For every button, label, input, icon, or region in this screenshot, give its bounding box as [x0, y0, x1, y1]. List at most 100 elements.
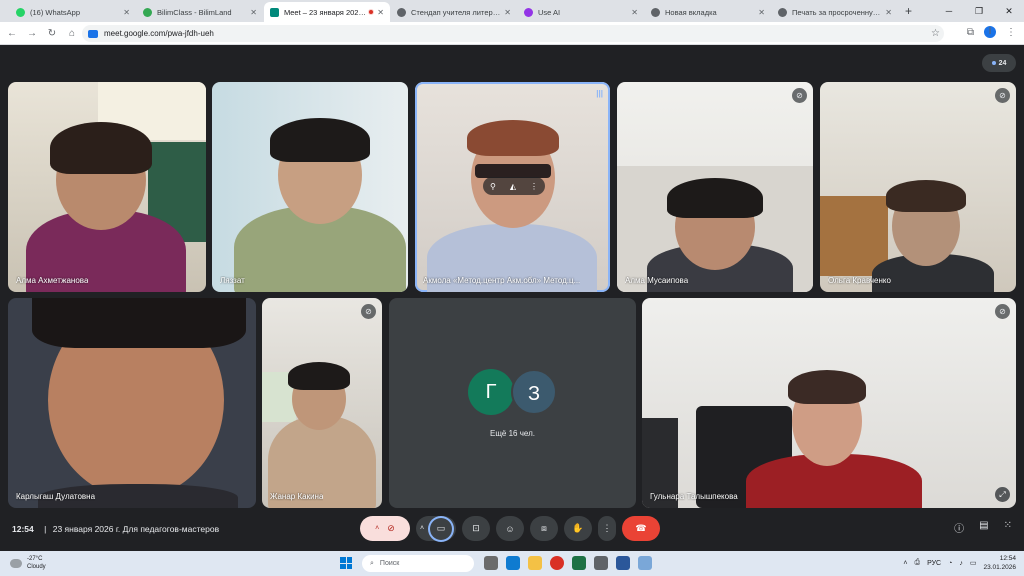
close-icon[interactable]: ✕: [377, 8, 384, 17]
windows-taskbar: -27°C Cloudy ⌕ Поиск ˄ ⎙ РУС ◔ ♪ ▭ 12:54…: [0, 551, 1024, 576]
windows-start-icon[interactable]: [340, 557, 352, 569]
recording-indicator-icon: [368, 9, 375, 15]
expand-tile-icon[interactable]: ⤢: [995, 487, 1010, 502]
tab-bilimclass[interactable]: BilimClass - BilimLand ✕: [137, 2, 263, 22]
more-options-button[interactable]: ⋮: [598, 516, 616, 541]
video-tile[interactable]: Ляззат: [212, 82, 408, 292]
app-icon[interactable]: [638, 556, 652, 570]
participant-hair: [886, 180, 966, 212]
extensions-icon[interactable]: ⧉: [967, 27, 974, 38]
participant-hair: [270, 118, 370, 162]
temperature: -27°C: [27, 556, 43, 562]
word-icon[interactable]: [616, 556, 630, 570]
reload-icon[interactable]: ↻: [42, 28, 62, 39]
mute-participant-icon[interactable]: ◭: [510, 182, 516, 191]
forward-icon[interactable]: →: [22, 28, 42, 39]
raise-hand-button[interactable]: ✋: [564, 516, 592, 541]
present-screen-button[interactable]: ⊡: [462, 516, 490, 541]
meeting-title: 23 января 2026 г. Для педагогов-мастеров: [52, 524, 220, 534]
close-icon[interactable]: ✕: [504, 8, 511, 17]
participant-name: Карлыгаш Дулатовна: [16, 492, 96, 501]
weather-widget[interactable]: -27°C Cloudy: [10, 555, 46, 571]
close-icon[interactable]: ✕: [885, 8, 892, 17]
language-indicator[interactable]: РУС: [927, 560, 941, 567]
address-bar[interactable]: meet.google.com/pwa-jfdh-ueh ☆: [82, 25, 944, 42]
profile-avatar[interactable]: I: [984, 26, 996, 38]
task-view-icon[interactable]: [484, 556, 498, 570]
maximize-icon[interactable]: ❐: [964, 6, 994, 17]
chevron-up-icon[interactable]: ˄: [420, 525, 424, 532]
info-icon[interactable]: ⓘ: [954, 520, 964, 535]
close-window-icon[interactable]: ✕: [994, 6, 1024, 17]
chat-icon[interactable]: ▤: [979, 520, 988, 535]
participant-hair: [467, 120, 559, 156]
meet-stage: 24 Алма Ахметжанова Ляззат ||| ⚲ ◭ ⋮ Акм…: [0, 46, 1024, 551]
menu-kebab-icon[interactable]: ⋮: [1006, 27, 1016, 38]
tab-title: BilimClass - BilimLand: [157, 7, 232, 17]
tab-whatsapp[interactable]: (16) WhatsApp ✕: [10, 2, 136, 22]
video-tile[interactable]: Карлыгаш Дулатовна: [8, 298, 256, 508]
battery-icon[interactable]: ▭: [970, 559, 977, 567]
search-icon: ⌕: [370, 559, 374, 567]
printer-icon[interactable]: ⎙: [914, 559, 920, 567]
participant-hair: [788, 370, 866, 404]
tab-print[interactable]: Печать за просроченную пре ✕: [772, 2, 898, 22]
edge-icon[interactable]: [506, 556, 520, 570]
activities-icon[interactable]: ⁙: [1004, 520, 1012, 535]
wifi-icon[interactable]: ◔: [948, 560, 952, 567]
new-tab-button[interactable]: +: [899, 2, 918, 22]
close-icon[interactable]: ✕: [250, 8, 257, 17]
meeting-side-controls: ⓘ ▤ ⁙: [954, 520, 1012, 535]
taskbar-clock[interactable]: 12:54 23.01.2026: [983, 554, 1016, 572]
system-tray: ˄ ⎙ РУС ◔ ♪ ▭ 12:54 23.01.2026: [903, 554, 1016, 572]
camera-button[interactable]: ˄ ▭: [416, 516, 456, 541]
back-icon[interactable]: ←: [2, 28, 22, 39]
close-icon[interactable]: ✕: [758, 8, 765, 17]
muted-mic-icon: ⊘: [995, 304, 1010, 319]
settings-icon[interactable]: [594, 556, 608, 570]
home-icon[interactable]: ⌂: [62, 28, 82, 39]
participant-name: Алма Ахметжанова: [16, 276, 89, 285]
excel-icon[interactable]: [572, 556, 586, 570]
weather-condition: Cloudy: [27, 564, 46, 570]
muted-mic-icon: ⊘: [361, 304, 376, 319]
video-tile[interactable]: Алма Ахметжанова: [8, 82, 206, 292]
browser-tabstrip: (16) WhatsApp ✕ BilimClass - BilimLand ✕…: [0, 0, 1024, 22]
video-tile[interactable]: ⊘ ⤢ Гульнара Талышпекова: [642, 298, 1016, 508]
leave-call-button[interactable]: ☎: [622, 516, 660, 541]
minimize-icon[interactable]: ─: [934, 6, 964, 16]
participants-button[interactable]: 24: [982, 54, 1016, 72]
chevron-up-icon[interactable]: ˄: [375, 525, 379, 532]
participant-hair: [667, 178, 763, 218]
pin-icon[interactable]: ⚲: [490, 182, 496, 191]
close-icon[interactable]: ✕: [631, 8, 638, 17]
captions-button[interactable]: ⧈: [530, 516, 558, 541]
video-tile[interactable]: ⊘ Ольга Кравченко: [820, 82, 1016, 292]
microphone-button[interactable]: ˄ ⊘: [360, 516, 410, 541]
speaking-indicator-icon: |||: [596, 89, 603, 98]
participant-hair: [288, 362, 350, 390]
emoji-icon: ☺: [505, 523, 515, 534]
taskbar-search[interactable]: ⌕ Поиск: [362, 555, 474, 572]
video-tile[interactable]: ⊘ Жанар Какина: [262, 298, 382, 508]
volume-icon[interactable]: ♪: [959, 560, 963, 567]
video-tile[interactable]: ⊘ Алма Мусаипова: [617, 82, 813, 292]
tile-menu-icon[interactable]: ⋮: [530, 182, 538, 191]
close-icon[interactable]: ✕: [123, 8, 130, 17]
tab-useai[interactable]: Use AI ✕: [518, 2, 644, 22]
whatsapp-icon: [16, 7, 25, 17]
video-tile-speaking[interactable]: ||| ⚲ ◭ ⋮ Акмола «Метод.центр Акм.обл» М…: [415, 82, 610, 292]
tab-title: Стендап учителя литературы: [411, 7, 501, 17]
tab-standup[interactable]: Стендап учителя литературы ✕: [391, 2, 517, 22]
tab-newtab[interactable]: Новая вкладка ✕: [645, 2, 771, 22]
chevron-up-icon[interactable]: ˄: [903, 560, 907, 567]
more-participants-tile[interactable]: Г З Ещё 16 чел.: [389, 298, 636, 508]
useai-icon: [524, 7, 533, 17]
bookmark-star-icon[interactable]: ☆: [931, 28, 940, 39]
tab-meet[interactable]: Meet – 23 января 2026 г. Д ✕: [264, 2, 390, 22]
search-placeholder: Поиск: [379, 560, 400, 567]
emoji-button[interactable]: ☺: [496, 516, 524, 541]
meeting-time: 12:54: [12, 524, 34, 534]
file-explorer-icon[interactable]: [528, 556, 542, 570]
chrome-taskbar-icon[interactable]: [550, 556, 564, 570]
